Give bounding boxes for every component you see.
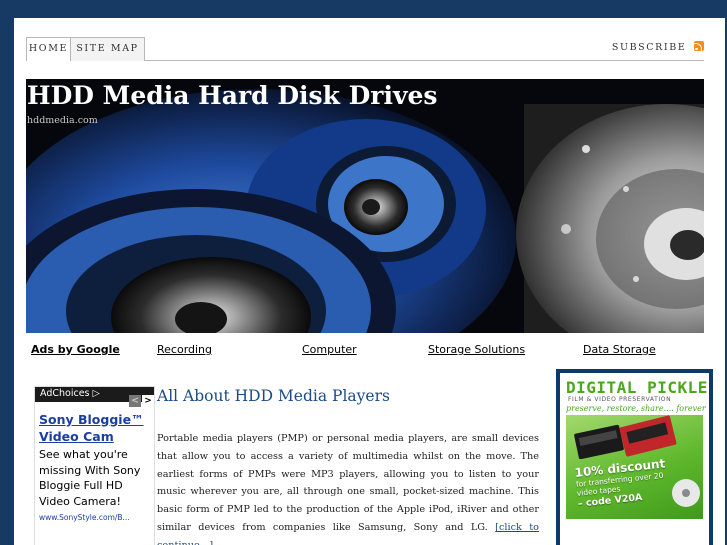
ad-tagline: preserve, restore, share.... forever bbox=[566, 404, 706, 413]
article-text: Portable media players (PMP) or personal… bbox=[157, 433, 539, 533]
ad-display-url[interactable]: www.SonyStyle.com/B... bbox=[39, 513, 154, 522]
article-title[interactable]: All About HDD Media Players bbox=[157, 387, 390, 405]
ads-by-google-link[interactable]: Ads by Google bbox=[31, 343, 120, 356]
adchoices-label: AdChoices bbox=[40, 388, 90, 399]
ad-links-row: Ads by Google Recording Computer Storage… bbox=[30, 343, 700, 359]
site-url: hddmedia.com bbox=[27, 115, 98, 126]
tab-site-map[interactable]: SITE MAP bbox=[71, 37, 145, 61]
header-banner: HDD Media Hard Disk Drives hddmedia.com bbox=[26, 79, 704, 333]
ad-title-text: Sony Bloggie™ Video Cam bbox=[39, 412, 144, 444]
adchoices-bar: AdChoices ▷ < > bbox=[35, 387, 154, 407]
prev-ad-button[interactable]: < bbox=[129, 395, 141, 407]
subscribe-label: SUBSCRIBE bbox=[611, 42, 687, 53]
ad-link-storage-solutions[interactable]: Storage Solutions bbox=[428, 343, 525, 356]
speaker-and-disc-artwork bbox=[26, 89, 704, 333]
ad-link-recording[interactable]: Recording bbox=[157, 343, 212, 356]
ad-navigation-arrows: < > bbox=[128, 388, 154, 407]
adchoices-triangle-icon: ▷ bbox=[92, 388, 100, 399]
page-container: HOME SITE MAP SUBSCRIBE HDD Media Hard D… bbox=[14, 18, 725, 545]
top-navigation: HOME SITE MAP SUBSCRIBE bbox=[26, 37, 704, 61]
subscribe-link[interactable]: SUBSCRIBE bbox=[612, 41, 704, 53]
ad-brand-subtitle: FILM & VIDEO PRESERVATION bbox=[568, 396, 672, 403]
rss-feed-icon[interactable] bbox=[694, 41, 704, 51]
left-ad-box: AdChoices ▷ < > Sony Bloggie™ Video Cam S… bbox=[34, 386, 155, 545]
next-ad-button[interactable]: > bbox=[142, 395, 154, 407]
ad-link-data-storage[interactable]: Data Storage bbox=[583, 343, 656, 356]
article-body: Portable media players (PMP) or personal… bbox=[157, 430, 539, 545]
ad-body-text: See what you're missing With Sony Bloggi… bbox=[39, 448, 141, 508]
ad-title-link[interactable]: Sony Bloggie™ Video Cam bbox=[39, 411, 154, 445]
adchoices-link[interactable]: AdChoices ▷ bbox=[40, 388, 100, 399]
tab-home[interactable]: HOME bbox=[26, 37, 71, 61]
ad-brand-name: DIGITAL PICKLE bbox=[566, 378, 708, 397]
site-title[interactable]: HDD Media Hard Disk Drives bbox=[27, 81, 437, 110]
digital-pickle-ad[interactable]: DIGITAL PICKLE FILM & VIDEO PRESERVATION… bbox=[556, 369, 713, 545]
ad-link-computer[interactable]: Computer bbox=[302, 343, 357, 356]
